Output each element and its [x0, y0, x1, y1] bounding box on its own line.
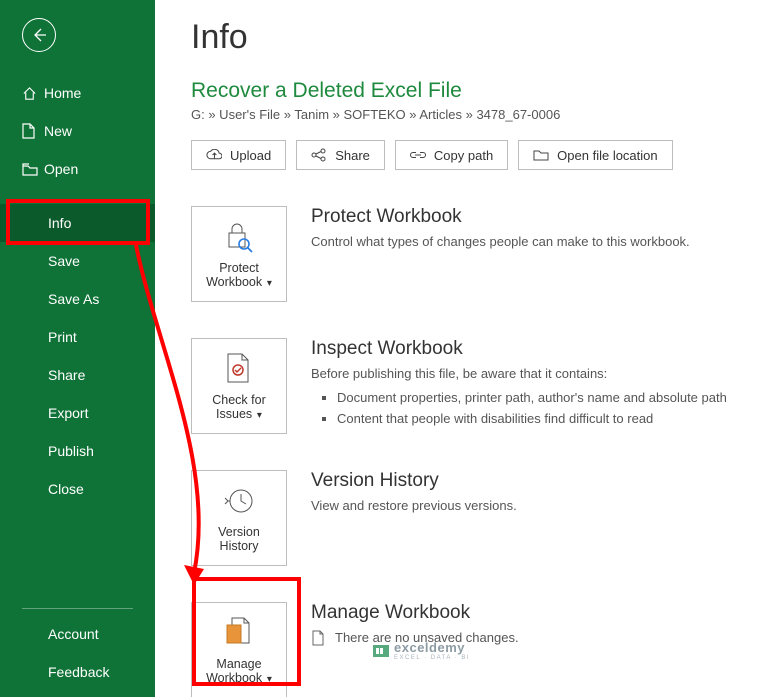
document-stack-icon	[221, 615, 257, 651]
nav-label: Info	[48, 215, 71, 231]
nav-label: Home	[44, 85, 81, 101]
nav-label: Save	[48, 253, 80, 269]
protect-workbook-section: Protect Workbook ▾ Protect Workbook Cont…	[191, 206, 739, 302]
nav-info[interactable]: Info	[0, 204, 155, 242]
nav-share[interactable]: Share	[0, 356, 155, 394]
watermark-tag: EXCEL · DATA · BI	[394, 655, 470, 661]
nav-label: Feedback	[48, 664, 109, 680]
section-description: Control what types of changes people can…	[311, 232, 739, 252]
nav-export[interactable]: Export	[0, 394, 155, 432]
file-icon	[311, 630, 325, 646]
version-history-button[interactable]: Version History	[191, 470, 287, 566]
button-label: Manage Workbook	[206, 657, 262, 685]
backstage-sidebar: Home New Open Info Save Save As Pri	[0, 0, 155, 697]
section-heading: Version History	[311, 470, 739, 492]
watermark-icon	[372, 642, 390, 660]
watermark: exceldemy EXCEL · DATA · BI	[372, 640, 470, 661]
file-title: Recover a Deleted Excel File	[191, 79, 739, 103]
section-heading: Inspect Workbook	[311, 338, 739, 360]
nav-save-as[interactable]: Save As	[0, 280, 155, 318]
button-label: Copy path	[434, 148, 493, 163]
nav-feedback[interactable]: Feedback	[0, 653, 155, 691]
manage-workbook-button[interactable]: Manage Workbook ▾	[191, 602, 287, 697]
lock-search-icon	[221, 219, 257, 255]
chevron-down-icon: ▾	[264, 278, 272, 289]
section-description: View and restore previous versions.	[311, 496, 739, 516]
version-history-section: Version History Version History View and…	[191, 470, 739, 566]
backstage-main: Info Recover a Deleted Excel File G: » U…	[155, 0, 767, 697]
button-label: Share	[335, 148, 370, 163]
link-icon	[410, 148, 426, 162]
check-for-issues-button[interactable]: Check for Issues ▾	[191, 338, 287, 434]
nav-open[interactable]: Open	[0, 150, 155, 188]
nav-new[interactable]: New	[0, 112, 155, 150]
button-label: Upload	[230, 148, 271, 163]
nav-label: Close	[48, 481, 84, 497]
section-heading: Manage Workbook	[311, 602, 739, 624]
issue-item: Content that people with disabilities fi…	[337, 409, 739, 429]
share-icon	[311, 148, 327, 162]
home-icon	[22, 86, 44, 101]
chevron-down-icon: ▾	[264, 674, 272, 685]
arrow-left-icon	[31, 27, 47, 43]
nav-label: Print	[48, 329, 77, 345]
chevron-down-icon: ▾	[254, 410, 262, 421]
document-check-icon	[221, 351, 257, 387]
nav-label: Share	[48, 367, 85, 383]
nav-publish[interactable]: Publish	[0, 432, 155, 470]
nav-print[interactable]: Print	[0, 318, 155, 356]
share-button[interactable]: Share	[296, 140, 385, 170]
button-label: Version History	[198, 525, 280, 553]
nav-label: Account	[48, 626, 99, 642]
page-title: Info	[191, 18, 739, 57]
button-label: Open file location	[557, 148, 657, 163]
file-icon	[22, 123, 44, 139]
button-label: Protect Workbook	[206, 261, 262, 289]
folder-open-icon	[22, 163, 44, 176]
protect-workbook-button[interactable]: Protect Workbook ▾	[191, 206, 287, 302]
nav-close[interactable]: Close	[0, 470, 155, 508]
section-heading: Protect Workbook	[311, 206, 739, 228]
nav-home[interactable]: Home	[0, 74, 155, 112]
history-icon	[221, 483, 257, 519]
nav-save[interactable]: Save	[0, 242, 155, 280]
watermark-name: exceldemy	[394, 640, 470, 655]
inspect-workbook-section: Check for Issues ▾ Inspect Workbook Befo…	[191, 338, 739, 434]
nav-label: Export	[48, 405, 88, 421]
issue-item: Document properties, printer path, autho…	[337, 388, 739, 408]
separator	[22, 608, 133, 609]
folder-icon	[533, 148, 549, 162]
nav-label: Save As	[48, 291, 99, 307]
cloud-upload-icon	[206, 148, 222, 162]
breadcrumb: G: » User's File » Tanim » SOFTEKO » Art…	[191, 107, 739, 122]
copy-path-button[interactable]: Copy path	[395, 140, 508, 170]
nav-label: Publish	[48, 443, 94, 459]
desc-lead: Before publishing this file, be aware th…	[311, 366, 607, 381]
nav-label: Open	[44, 161, 78, 177]
upload-button[interactable]: Upload	[191, 140, 286, 170]
section-description: Before publishing this file, be aware th…	[311, 364, 739, 429]
nav-label: New	[44, 123, 72, 139]
open-file-location-button[interactable]: Open file location	[518, 140, 672, 170]
action-row: Upload Share Copy path Open file locatio…	[191, 140, 739, 170]
nav-account[interactable]: Account	[0, 615, 155, 653]
back-button[interactable]	[22, 18, 56, 52]
